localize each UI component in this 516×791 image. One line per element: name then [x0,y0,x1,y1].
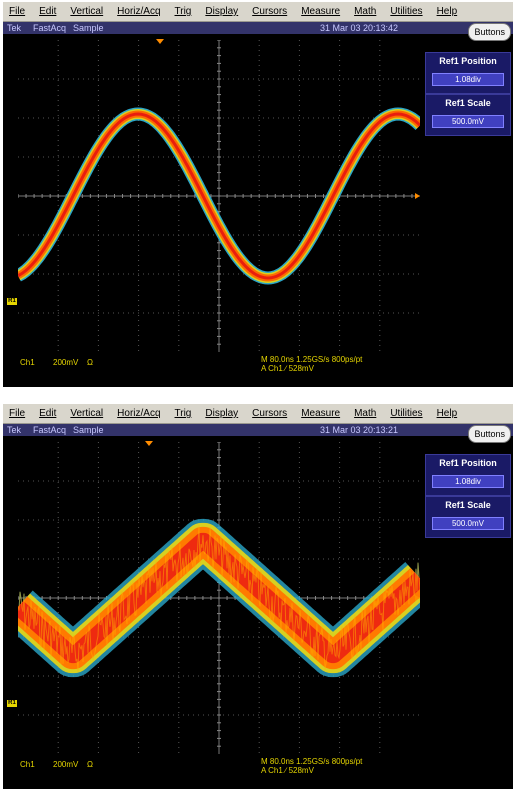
scale-label: 200mV [53,358,79,367]
menu-display[interactable]: Display [198,6,245,17]
ref1-marker-icon: R1 [7,298,17,305]
mode-label: FastAcq [33,425,67,435]
menu-horiz-acq[interactable]: Horiz/Acq [110,6,167,17]
trigger-label: A Ch1 ∕ 528mV [261,766,314,775]
menu-file[interactable]: File [3,6,32,17]
impedance-label: Ω [87,760,93,769]
ref1-scale-label: Ref1 Scale [445,98,491,108]
trigger-position-icon [145,441,153,446]
menu-cursors[interactable]: Cursors [245,408,294,419]
brand-label: Tek [7,425,22,435]
ref1-position-label: Ref1 Position [439,458,497,468]
timebase-label: M 80.0ns 1.25GS/s 800ps/pt [261,757,363,766]
graticule-grid [18,442,420,754]
ref1-position-control[interactable]: Ref1 Position 1.08div [425,454,511,496]
scale-label: 200mV [53,760,79,769]
menu-trig[interactable]: Trig [168,408,199,419]
menu-help[interactable]: Help [430,6,465,17]
menu-measure[interactable]: Measure [294,408,347,419]
ref1-scale-control[interactable]: Ref1 Scale 500.0mV [425,496,511,538]
scope-window-top: File Edit Vertical Horiz/Acq Trig Displa… [3,2,513,387]
channel-label: Ch1 [20,358,35,367]
waveform-graticule [18,442,420,754]
ref1-scale-label: Ref1 Scale [445,500,491,510]
impedance-label: Ω [87,358,93,367]
side-controls: Ref1 Position 1.08div Ref1 Scale 500.0mV [423,42,513,387]
menu-measure[interactable]: Measure [294,6,347,17]
menu-vertical[interactable]: Vertical [63,408,110,419]
side-controls: Ref1 Position 1.08div Ref1 Scale 500.0mV [423,444,513,789]
waveform-display [18,40,420,352]
status-bar: Tek FastAcq Sample 31 Mar 03 20:13:42 [3,22,513,34]
trigger-position-icon [156,39,164,44]
datetime-label: 31 Mar 03 20:13:21 [320,425,399,435]
menu-trig[interactable]: Trig [168,6,199,17]
buttons-button[interactable]: Buttons [468,425,511,443]
channel-label: Ch1 [20,760,35,769]
ref1-scale-control[interactable]: Ref1 Scale 500.0mV [425,94,511,136]
buttons-button[interactable]: Buttons [468,23,511,41]
menu-cursors[interactable]: Cursors [245,6,294,17]
brand-label: Tek [7,23,22,33]
status-bar: Tek FastAcq Sample 31 Mar 03 20:13:21 [3,424,513,436]
menu-horiz-acq[interactable]: Horiz/Acq [110,408,167,419]
menu-bar: File Edit Vertical Horiz/Acq Trig Displa… [3,404,513,424]
menu-utilities[interactable]: Utilities [383,6,429,17]
menu-help[interactable]: Help [430,408,465,419]
menu-file[interactable]: File [3,408,32,419]
menu-edit[interactable]: Edit [32,408,63,419]
trigger-label: A Ch1 ∕ 528mV [261,364,314,373]
ref1-marker-icon: R1 [7,700,17,707]
acq-label: Sample [73,425,104,435]
ref1-position-label: Ref1 Position [439,56,497,66]
level-marker-icon [415,193,420,199]
menu-display[interactable]: Display [198,408,245,419]
menu-math[interactable]: Math [347,6,383,17]
timebase-label: M 80.0ns 1.25GS/s 800ps/pt [261,355,363,364]
mode-label: FastAcq [33,23,67,33]
menu-bar: File Edit Vertical Horiz/Acq Trig Displa… [3,2,513,22]
acq-label: Sample [73,23,104,33]
menu-vertical[interactable]: Vertical [63,6,110,17]
waveform-display [18,442,420,754]
ref1-position-value[interactable]: 1.08div [432,475,504,488]
ref1-scale-value[interactable]: 500.0mV [432,115,504,128]
ref1-position-value[interactable]: 1.08div [432,73,504,86]
datetime-label: 31 Mar 03 20:13:42 [320,23,399,33]
ref1-position-control[interactable]: Ref1 Position 1.08div [425,52,511,94]
menu-edit[interactable]: Edit [32,6,63,17]
ref1-scale-value[interactable]: 500.0mV [432,517,504,530]
menu-math[interactable]: Math [347,408,383,419]
menu-utilities[interactable]: Utilities [383,408,429,419]
scope-window-bottom: File Edit Vertical Horiz/Acq Trig Displa… [3,404,513,789]
waveform-graticule [18,40,420,352]
